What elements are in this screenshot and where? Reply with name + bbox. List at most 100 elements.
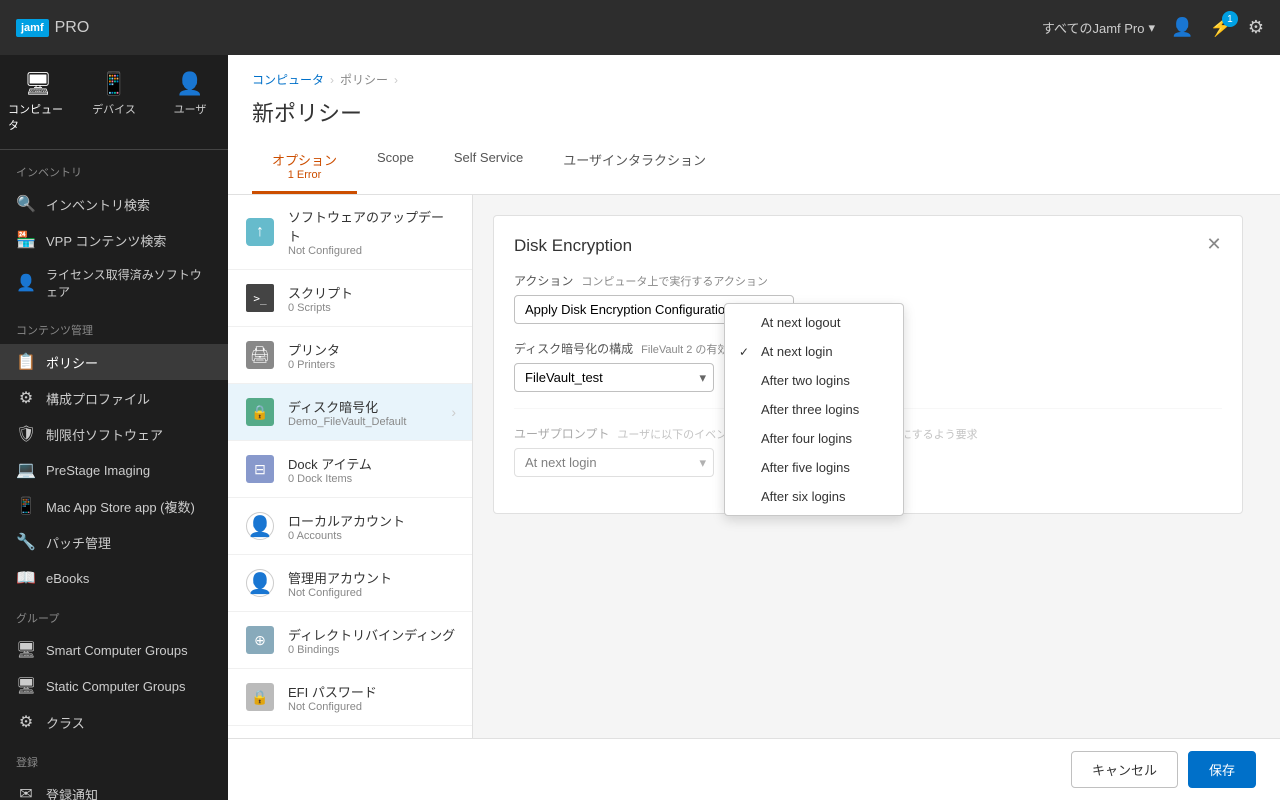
settings-icon[interactable]: ⚙ [1248, 17, 1264, 38]
tab-user-interaction[interactable]: ユーザインタラクション [543, 140, 726, 194]
dock-sub: 0 Dock Items [288, 473, 456, 485]
sidebar-item-inventory-search[interactable]: 🔍 インベントリ検索 [0, 186, 228, 222]
main-layout: 🖥 コンピュータ 📱 デバイス 👤 ユーザ インベントリ 🔍 インベントリ検索 … [0, 55, 1280, 800]
policy-sidebar-item-local-accounts[interactable]: 👤 ローカルアカウント 0 Accounts [228, 498, 472, 555]
ebooks-icon: 📖 [16, 568, 36, 588]
tab-user-interaction-label: ユーザインタラクション [563, 153, 706, 168]
sidebar-item-smart-groups[interactable]: 🖥 Smart Computer Groups [0, 632, 228, 668]
prompt-dropdown[interactable]: At next logout ✓ At next login After two… [724, 303, 904, 516]
policy-sidebar-item-disk-encryption[interactable]: 🔒 ディスク暗号化 Demo_FileVault_Default › [228, 384, 472, 441]
tab-scope[interactable]: Scope [357, 140, 434, 194]
prompt-option-after-four[interactable]: After four logins [725, 424, 903, 453]
close-panel-button[interactable]: ✕ [1200, 230, 1228, 258]
policy-sidebar-item-printers[interactable]: 🖨 プリンタ 0 Printers [228, 327, 472, 384]
cancel-button[interactable]: キャンセル [1071, 751, 1178, 788]
smart-groups-label: Smart Computer Groups [46, 643, 188, 658]
sidebar-item-static-groups[interactable]: 🖥 Static Computer Groups [0, 668, 228, 704]
notification-badge: 1 [1222, 11, 1238, 27]
disk-enc-panel: Disk Encryption ✕ アクション コンピュータ上で実行するアクショ… [493, 215, 1243, 514]
scripts-text: スクリプト 0 Scripts [288, 283, 456, 314]
prompt-select[interactable]: At next login [514, 448, 714, 477]
tab-options-label: オプション [272, 153, 337, 168]
section-enrollment: 登録 [0, 740, 228, 776]
policy-sidebar-item-dock[interactable]: ⊟ Dock アイテム 0 Dock Items [228, 441, 472, 498]
sidebar: 🖥 コンピュータ 📱 デバイス 👤 ユーザ インベントリ 🔍 インベントリ検索 … [0, 55, 228, 800]
env-selector[interactable]: すべてのJamf Pro ▾ [1042, 18, 1155, 37]
sidebar-top-label-computer: コンピュータ [8, 101, 68, 133]
sidebar-top-item-computer[interactable]: 🖥 コンピュータ [0, 63, 76, 141]
sidebar-item-license[interactable]: 👤 ライセンス取得済みソフトウェア [0, 258, 228, 308]
config-label-main: ディスク暗号化の構成 [514, 340, 633, 357]
efi-sub: Not Configured [288, 701, 456, 713]
device-icon: 📱 [100, 71, 127, 97]
jamf-logo[interactable]: jamf PRO [16, 19, 89, 37]
sidebar-item-class[interactable]: ⚙ クラス [0, 704, 228, 740]
sidebar-item-prestage[interactable]: 💻 PreStage Imaging [0, 452, 228, 488]
prompt-option-after-five[interactable]: After five logins [725, 453, 903, 482]
action-label: アクション コンピュータ上で実行するアクション [514, 272, 1222, 289]
action-label-main: アクション [514, 272, 573, 289]
prompt-option-six-label: After six logins [761, 489, 846, 504]
policy-sidebar-item-scripts[interactable]: >_ スクリプト 0 Scripts [228, 270, 472, 327]
sidebar-item-config-profile[interactable]: ⚙ 構成プロファイル [0, 380, 228, 416]
prompt-option-at-next-login[interactable]: ✓ At next login [725, 337, 903, 366]
prompt-option-after-three[interactable]: After three logins [725, 395, 903, 424]
user-icon[interactable]: 👤 [1171, 17, 1193, 38]
sidebar-item-enrollment-invite[interactable]: ✉ 登録通知 [0, 776, 228, 800]
sidebar-item-vpp[interactable]: 🏪 VPP コンテンツ検索 [0, 222, 228, 258]
inventory-search-label: インベントリ検索 [46, 195, 150, 214]
sidebar-top-item-device[interactable]: 📱 デバイス [76, 63, 152, 141]
bottom-bar: キャンセル 保存 [228, 738, 1280, 800]
policy-sidebar-item-dir-binding[interactable]: ⊕ ディレクトリバインディング 0 Bindings [228, 612, 472, 669]
breadcrumb-computer[interactable]: コンピュータ [252, 71, 324, 88]
breadcrumb: コンピュータ › ポリシー › [252, 71, 1256, 88]
dir-binding-text: ディレクトリバインディング 0 Bindings [288, 625, 456, 656]
search-icon: 🔍 [16, 194, 36, 214]
prompt-option-after-six[interactable]: After six logins [725, 482, 903, 511]
policy-sidebar: ↑ ソフトウェアのアップデート Not Configured >_ スクリプト … [228, 195, 473, 738]
config-icon: ⚙ [16, 388, 36, 408]
printers-title: プリンタ [288, 340, 456, 359]
prompt-option-after-two[interactable]: After two logins [725, 366, 903, 395]
sidebar-item-restricted-software[interactable]: 🛡 制限付ソフトウェア [0, 416, 228, 452]
policy-label: ポリシー [46, 353, 98, 372]
software-update-text: ソフトウェアのアップデート Not Configured [288, 207, 456, 257]
notifications-icon[interactable]: ⚡ 1 [1209, 17, 1231, 38]
disk-encryption-chevron: › [451, 404, 456, 420]
prompt-option-login-label: At next login [761, 344, 833, 359]
page-title: 新ポリシー [252, 96, 1256, 128]
sidebar-item-ebooks[interactable]: 📖 eBooks [0, 560, 228, 596]
class-icon: ⚙ [16, 712, 36, 732]
prompt-option-four-label: After four logins [761, 431, 852, 446]
local-accounts-text: ローカルアカウント 0 Accounts [288, 511, 456, 542]
policy-sidebar-item-admin-accounts[interactable]: 👤 管理用アカウント Not Configured [228, 555, 472, 612]
prompt-option-three-label: After three logins [761, 402, 859, 417]
sidebar-item-mac-app-store[interactable]: 📱 Mac App Store app (複数) [0, 488, 228, 524]
config-select[interactable]: FileVault_test [514, 363, 714, 392]
breadcrumb-sep-2: › [394, 73, 398, 87]
tab-self-service[interactable]: Self Service [434, 140, 543, 194]
sidebar-item-policy[interactable]: 📋 ポリシー [0, 344, 228, 380]
chevron-down-icon: ▾ [1148, 20, 1155, 36]
sidebar-top-items: 🖥 コンピュータ 📱 デバイス 👤 ユーザ [0, 55, 228, 150]
policy-sidebar-item-software-update[interactable]: ↑ ソフトウェアのアップデート Not Configured [228, 195, 472, 270]
mac-app-label: Mac App Store app (複数) [46, 497, 195, 516]
save-button[interactable]: 保存 [1188, 751, 1256, 788]
sidebar-item-patch[interactable]: 🔧 パッチ管理 [0, 524, 228, 560]
efi-text: EFI パスワード Not Configured [288, 682, 456, 713]
tab-scope-label: Scope [377, 150, 414, 165]
dir-binding-sub: 0 Bindings [288, 644, 456, 656]
content: コンピュータ › ポリシー › 新ポリシー オプション 1 Error Scop… [228, 55, 1280, 800]
policy-sidebar-item-restart[interactable]: ↺ 再起動オプション Configured [228, 726, 472, 738]
policy-icon: 📋 [16, 352, 36, 372]
sidebar-top-item-user[interactable]: 👤 ユーザ [152, 63, 228, 141]
page-header: コンピュータ › ポリシー › 新ポリシー オプション 1 Error Scop… [228, 55, 1280, 195]
enrollment-invite-label: 登録通知 [46, 785, 98, 800]
prompt-option-at-next-logout[interactable]: At next logout [725, 308, 903, 337]
vpp-label: VPP コンテンツ検索 [46, 231, 166, 250]
efi-icon: 🔒 [244, 681, 276, 713]
printers-sub: 0 Printers [288, 359, 456, 371]
dock-title: Dock アイテム [288, 454, 456, 473]
policy-sidebar-item-efi[interactable]: 🔒 EFI パスワード Not Configured [228, 669, 472, 726]
tab-options[interactable]: オプション 1 Error [252, 140, 357, 194]
